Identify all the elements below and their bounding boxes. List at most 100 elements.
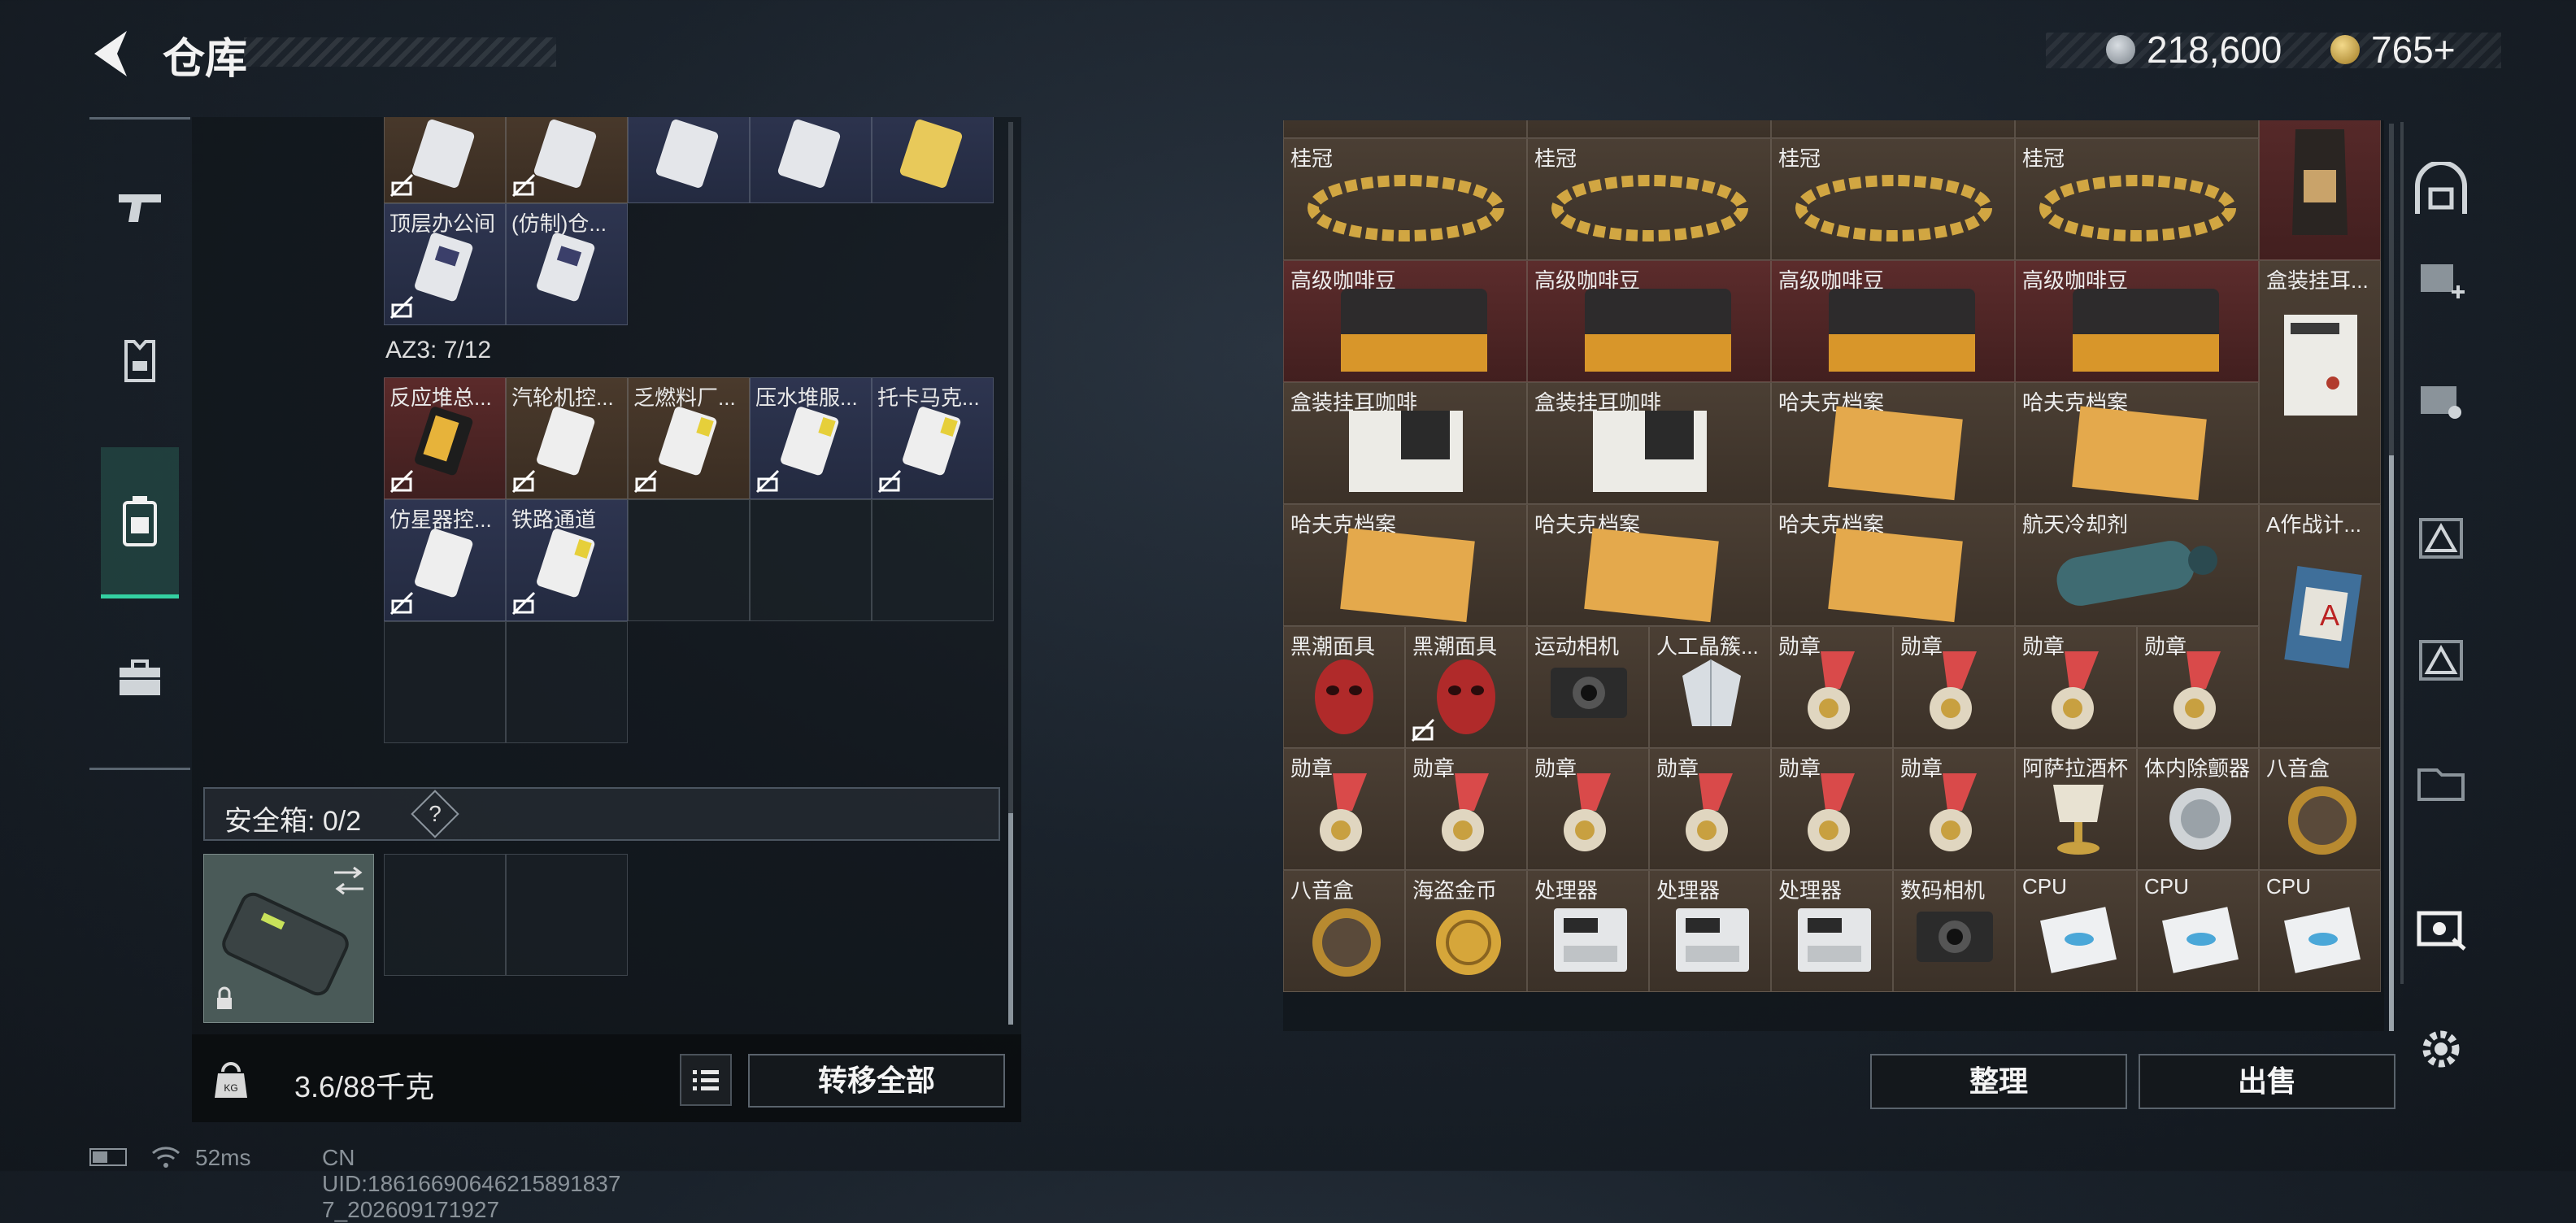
item-slot[interactable]: 哈夫克档案 — [2015, 382, 2259, 504]
sidebar-tab-case[interactable] — [101, 621, 179, 735]
item-slot[interactable]: 铁路通道 — [506, 499, 628, 621]
settings-button[interactable] — [2408, 1016, 2474, 1082]
sidebar-tab-category-6[interactable] — [2408, 894, 2474, 960]
item-slot[interactable]: 压水堆服... — [750, 377, 872, 499]
item-slot[interactable]: 盒装挂耳... — [2259, 260, 2381, 504]
item-slot[interactable]: 桂冠 — [1771, 138, 2015, 260]
item-slot[interactable]: 高级咖啡豆 — [2015, 260, 2259, 382]
sidebar-tab-category-5[interactable] — [2408, 748, 2474, 813]
item-slot[interactable]: 八音盒 — [2259, 748, 2381, 870]
right-scroll-thumb[interactable] — [2389, 455, 2394, 1031]
item-slot[interactable]: 航天冷却剂 — [2015, 504, 2259, 626]
unbound-icon — [755, 469, 780, 494]
safebox-container[interactable] — [203, 854, 374, 1023]
item-slot[interactable]: 勋章 — [1771, 748, 1893, 870]
item-slot[interactable] — [506, 117, 628, 203]
item-slot[interactable]: 哈夫克档案 — [1283, 504, 1527, 626]
item-slot[interactable]: 盒装挂耳咖啡 — [1527, 382, 1771, 504]
item-slot[interactable]: 体内除颤器 — [2137, 748, 2259, 870]
item-slot[interactable]: 八音盒 — [1283, 870, 1405, 992]
item-slot[interactable]: 勋章 — [1893, 626, 2015, 748]
help-button[interactable]: ? — [411, 790, 459, 838]
item-slot[interactable]: 高级咖啡豆 — [1771, 260, 2015, 382]
item-slot[interactable] — [1283, 120, 1527, 138]
stash-grid[interactable]: 桂冠 桂冠 桂冠 桂冠 高级咖啡豆 高级咖啡豆 高级咖啡豆 高级咖啡豆 盒装挂耳… — [1283, 120, 2381, 1031]
item-slot[interactable]: 哈夫克档案 — [1771, 382, 2015, 504]
item-slot[interactable] — [872, 117, 994, 203]
item-slot[interactable]: 勋章 — [1771, 626, 1893, 748]
container-az3-label: AZ3: 7/12 — [385, 337, 492, 363]
item-slot[interactable]: 哈夫克档案 — [1771, 504, 2015, 626]
empty-slot[interactable] — [872, 499, 994, 621]
item-slot[interactable]: A作战计... A — [2259, 504, 2381, 748]
item-slot[interactable]: 海盗金币 — [1405, 870, 1527, 992]
item-slot[interactable]: 汽轮机控... — [506, 377, 628, 499]
item-slot[interactable]: 勋章 — [1405, 748, 1527, 870]
sidebar-tab-category-4[interactable] — [2408, 626, 2474, 691]
item-slot[interactable] — [1527, 120, 1771, 138]
item-slot[interactable]: 高级咖啡豆 — [1283, 260, 1527, 382]
currency-silver[interactable]: 218,600 — [2106, 28, 2282, 72]
keycard-icon — [655, 120, 719, 188]
item-slot[interactable]: 黑潮面具 — [1283, 626, 1405, 748]
item-slot[interactable]: 勋章 — [1283, 748, 1405, 870]
item-slot[interactable]: 高级咖啡豆 — [1527, 260, 1771, 382]
item-slot[interactable]: 处理器 — [1771, 870, 1893, 992]
empty-slot[interactable] — [384, 854, 506, 976]
item-slot[interactable]: 勋章 — [2137, 626, 2259, 748]
file-folder-icon — [1828, 528, 1963, 623]
sidebar-tab-backpack[interactable] — [101, 447, 179, 598]
currency-gold[interactable]: 765+ — [2330, 28, 2456, 72]
sidebar-tab-weapon[interactable] — [101, 150, 179, 263]
item-slot[interactable]: 桂冠 — [1283, 138, 1527, 260]
sidebar-tab-all[interactable] — [2408, 158, 2474, 223]
item-slot[interactable]: 勋章 — [1527, 748, 1649, 870]
item-slot[interactable]: 数码相机 — [1893, 870, 2015, 992]
item-slot[interactable]: 处理器 — [1527, 870, 1649, 992]
item-slot[interactable] — [628, 117, 750, 203]
medal-icon — [1930, 651, 1977, 729]
item-slot[interactable]: 处理器 — [1649, 870, 1771, 992]
music-box-icon — [2288, 786, 2356, 855]
item-slot[interactable]: 阿萨拉酒杯 — [2015, 748, 2137, 870]
list-view-button[interactable] — [680, 1054, 732, 1106]
transfer-all-button[interactable]: 转移全部 — [748, 1054, 1005, 1108]
item-slot[interactable]: 勋章 — [1893, 748, 2015, 870]
item-slot[interactable] — [1771, 120, 2015, 138]
item-slot[interactable]: 勋章 — [2015, 626, 2137, 748]
item-slot[interactable]: 托卡马克... — [872, 377, 994, 499]
item-slot[interactable]: CPU — [2137, 870, 2259, 992]
empty-slot[interactable] — [506, 621, 628, 743]
item-slot[interactable] — [2259, 120, 2381, 260]
item-slot[interactable]: CPU — [2259, 870, 2381, 992]
item-slot[interactable]: 人工晶簇... — [1649, 626, 1771, 748]
sidebar-tab-category-2[interactable] — [2408, 366, 2474, 431]
empty-slot[interactable] — [628, 499, 750, 621]
item-slot[interactable]: 哈夫克档案 — [1527, 504, 1771, 626]
item-slot[interactable]: 顶层办公间 — [384, 203, 506, 325]
left-scroll-thumb[interactable] — [1008, 813, 1013, 1025]
item-slot[interactable]: 仿星器控... — [384, 499, 506, 621]
item-slot[interactable]: CPU — [2015, 870, 2137, 992]
item-slot[interactable]: 盒装挂耳咖啡 — [1283, 382, 1527, 504]
item-slot[interactable] — [384, 117, 506, 203]
item-slot[interactable]: 运动相机 — [1527, 626, 1649, 748]
item-slot[interactable] — [750, 117, 872, 203]
item-slot[interactable] — [2015, 120, 2259, 138]
item-slot[interactable]: 黑潮面具 — [1405, 626, 1527, 748]
sidebar-tab-equipment[interactable] — [101, 304, 179, 418]
back-button[interactable] — [88, 28, 137, 80]
empty-slot[interactable] — [384, 621, 506, 743]
sell-button[interactable]: 出售 — [2139, 1054, 2395, 1109]
empty-slot[interactable] — [506, 854, 628, 976]
item-slot[interactable]: 桂冠 — [2015, 138, 2259, 260]
sidebar-tab-category-1[interactable] — [2408, 244, 2474, 309]
item-slot[interactable]: 勋章 — [1649, 748, 1771, 870]
item-slot[interactable]: 乏燃料厂... — [628, 377, 750, 499]
item-slot[interactable]: (仿制)仓... — [506, 203, 628, 325]
sort-button[interactable]: 整理 — [1870, 1054, 2127, 1109]
sidebar-tab-category-3[interactable] — [2408, 504, 2474, 569]
item-slot[interactable]: 桂冠 — [1527, 138, 1771, 260]
empty-slot[interactable] — [750, 499, 872, 621]
item-slot[interactable]: 反应堆总... — [384, 377, 506, 499]
